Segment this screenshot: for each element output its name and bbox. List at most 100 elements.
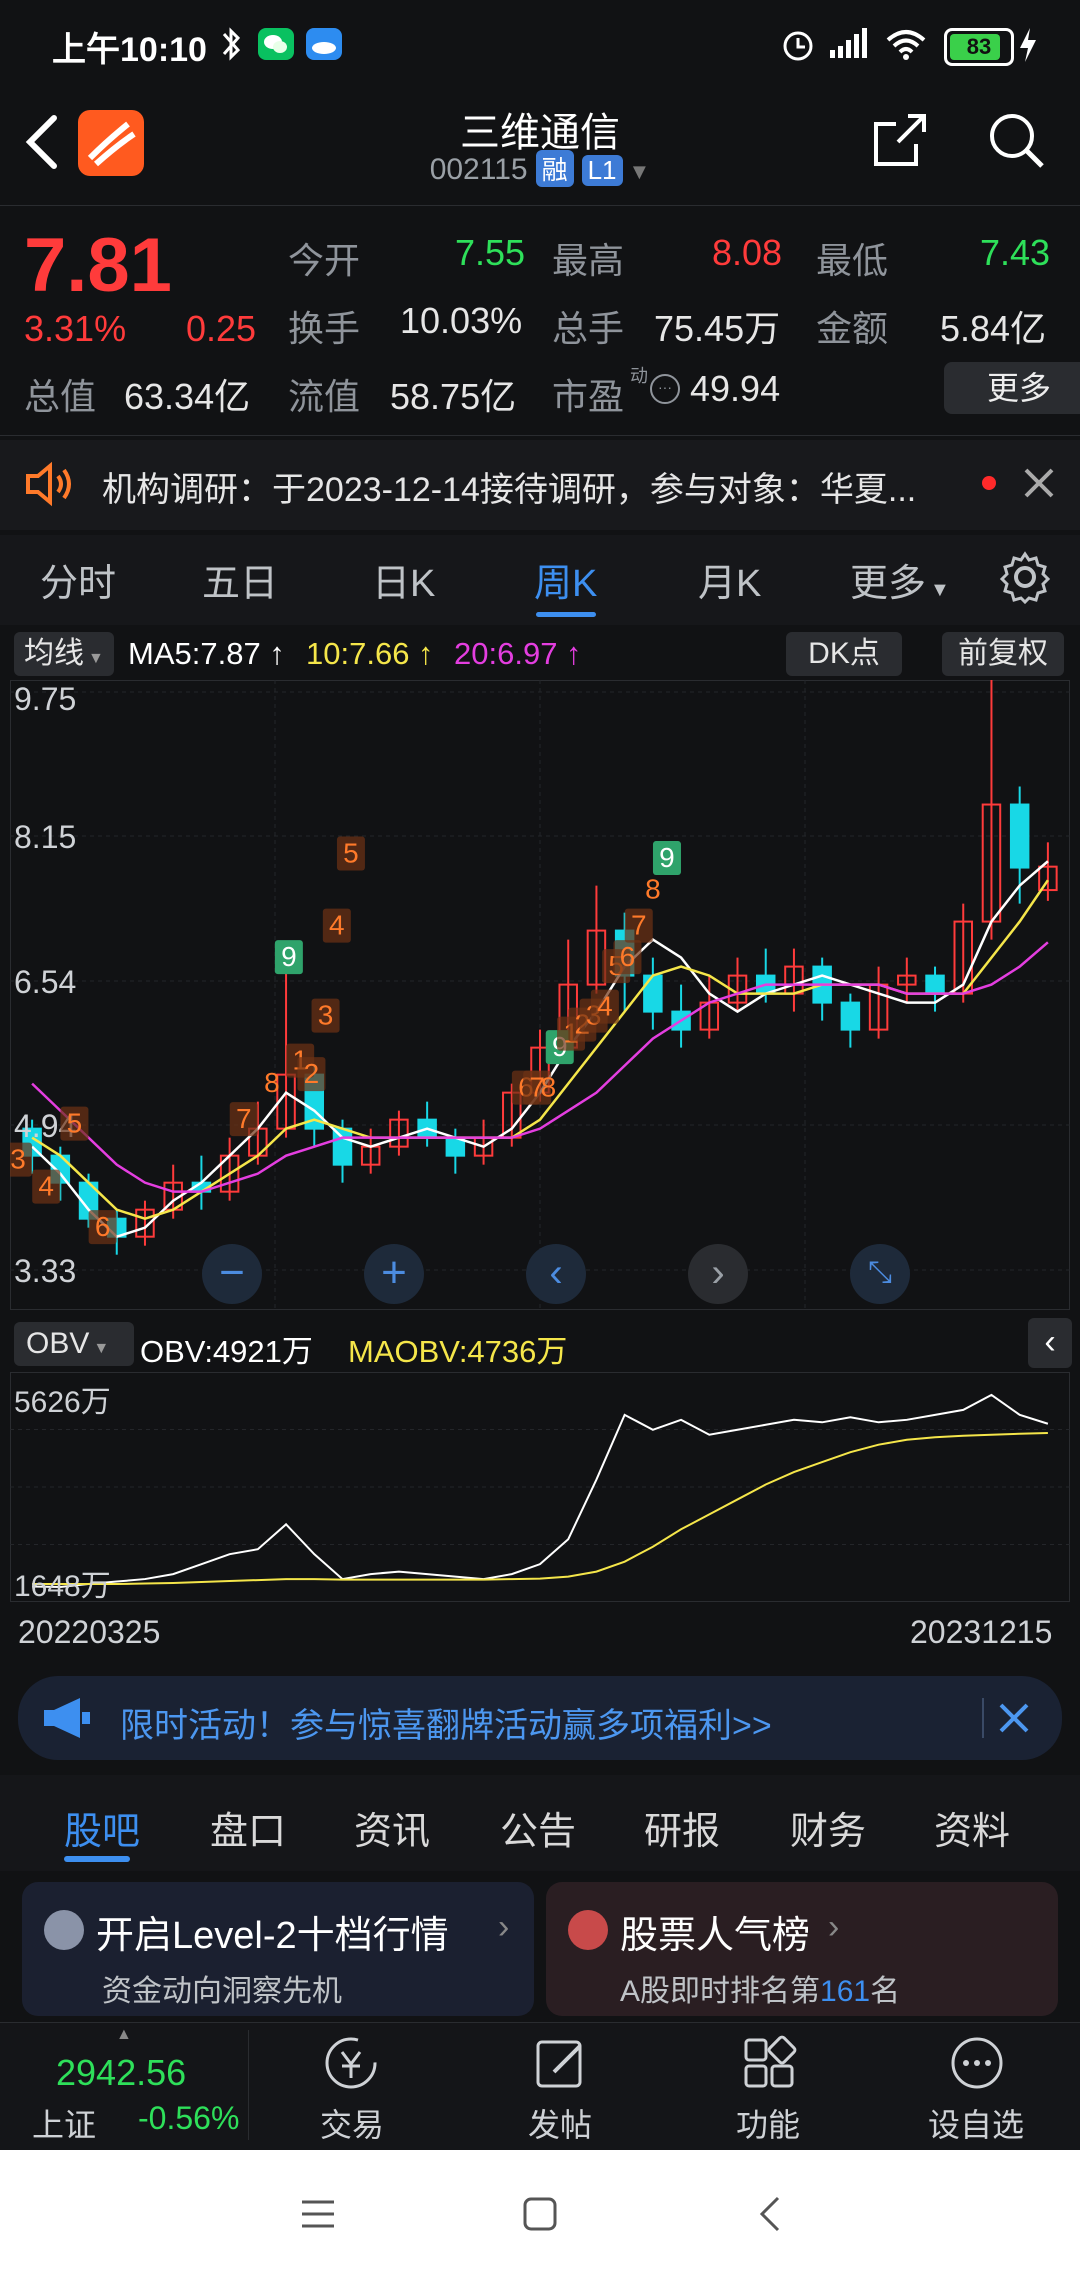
home-icon[interactable] [520,2194,560,2234]
popularity-title: 股票人气榜 [620,1915,811,1957]
tab-weekly-k[interactable]: 周K [534,552,597,607]
tab-research[interactable]: 研报 [644,1800,720,1855]
tab-news[interactable]: 资讯 [354,1800,430,1855]
level-tag: L1 [581,155,623,186]
add-watchlist-icon[interactable] [948,2034,1006,2092]
index-name[interactable]: 上证 [32,2100,96,2146]
toolbar-separator [248,2030,249,2140]
more-quote-button[interactable]: 更多 [944,362,1080,414]
settings-gear-icon[interactable] [998,550,1052,604]
status-time: 上午10:10 [52,31,207,69]
trade-icon[interactable] [322,2034,380,2092]
adjust-mode-button[interactable]: 前复权 [942,632,1064,676]
pan-right-icon[interactable]: › [688,1244,748,1304]
td-count-label: 3 [318,1000,334,1031]
stock-code: 002115 [429,153,528,186]
amount-value: 5.84亿 [940,308,1047,349]
tab-daily-k[interactable]: 日K [372,552,435,607]
pe-value: 49.94 [690,368,781,409]
index-value[interactable]: 2942.56 [56,2052,186,2094]
banner-close-icon[interactable] [998,1702,1030,1734]
fullscreen-icon[interactable]: ⤡ [850,1244,910,1304]
functions-label[interactable]: 功能 [736,2100,800,2146]
k-line-chart[interactable]: 9.758.156.544.943.33 3456789123456789123… [10,680,1070,1310]
watchlist-label[interactable]: 设自选 [928,2100,1024,2146]
td-count-label: 5 [67,1108,83,1139]
functions-grid-icon[interactable] [740,2034,798,2092]
y-tick-label: 6.54 [14,964,76,1000]
speaker-icon [26,461,71,507]
share-icon[interactable] [872,112,928,168]
volume-value: 75.45万 [654,308,781,349]
td-count-label: 4 [38,1171,54,1202]
signal-icon [830,28,867,58]
level2-card[interactable]: 开启Level-2十档行情 › 资金动向洞察先机 [22,1882,534,2016]
ma20-value: 20:6.97 [454,636,558,671]
news-tab-indicator [64,1856,130,1862]
search-icon[interactable] [986,110,1046,170]
more-dots-icon[interactable]: ··· [650,374,680,404]
level2-subtitle: 资金动向洞察先机 [102,1975,342,2008]
tab-announcements[interactable]: 公告 [500,1800,576,1855]
margin-tag: 融 [535,150,574,187]
ma20-readout: 20:6.97 ↑ [454,636,582,672]
back-nav-icon[interactable] [754,2194,786,2234]
popularity-card[interactable]: 股票人气榜 › A股即时排名第161名 [546,1882,1058,2016]
tab-guba[interactable]: 股吧 [64,1800,140,1855]
zoom-out-icon[interactable]: − [202,1244,262,1304]
promo-text[interactable]: 限时活动！参与惊喜翻牌活动赢多项福利>> [120,1698,772,1747]
wechat-icon [258,28,294,60]
status-bar: 上午10:10 83 [0,0,1080,90]
collapse-panel-icon[interactable]: ‹ [1028,1318,1072,1368]
sub-indicator-selector[interactable]: OBV ▼ [14,1322,134,1366]
caret-down-icon: ▼ [93,1340,110,1357]
tab-five-day[interactable]: 五日 [202,552,278,607]
obv-chart[interactable]: 5626万 1648万 [10,1372,1070,1602]
pan-left-icon[interactable]: ‹ [526,1244,586,1304]
rank-number: 161 [820,1975,871,2008]
close-icon[interactable] [1022,466,1056,500]
indicator-selector-label: 均线 [24,637,84,670]
candle-body [925,974,945,995]
tab-finance[interactable]: 财务 [790,1800,866,1855]
amount-label: 金额 [816,308,889,349]
td-count-label: 7 [236,1103,252,1134]
weather-app-icon [306,28,342,60]
turnover-value: 10.03% [400,300,523,341]
td-count-label: 8 [645,874,661,905]
up-arrow-icon: ↑ [260,636,285,671]
td-count-label: 6 [620,941,636,972]
post-edit-icon[interactable] [532,2034,590,2092]
zoom-in-icon[interactable]: + [364,1244,424,1304]
mktcap-value: 63.34亿 [124,376,251,417]
trade-label[interactable]: 交易 [320,2100,384,2146]
indicator-selector[interactable]: 均线 ▼ [14,632,114,676]
dk-point-button[interactable]: DK点 [786,632,902,676]
floatcap-label: 流值 [288,376,361,417]
maobv-line [32,1431,1048,1586]
tab-intraday[interactable]: 分时 [40,552,116,607]
caret-down-icon: ▼ [930,579,950,601]
ma10-readout: 10:7.66 ↑ [306,636,434,672]
active-tab-indicator [536,612,596,617]
tab-more[interactable]: 更多 ▼ [850,552,950,607]
candle-body [1009,803,1030,869]
post-label[interactable]: 发帖 [528,2100,592,2146]
notice-text[interactable]: 机构调研：于2023-12-14接待调研，参与对象：华夏... [102,462,962,511]
menu-icon[interactable] [298,2196,338,2232]
obv-y-tick-top: 5626万 [14,1386,111,1419]
dropdown-caret-icon[interactable]: ▼ [629,159,651,184]
unread-dot [982,476,996,490]
tab-monthly-k[interactable]: 月K [698,552,761,607]
pe-sup: 动 [630,366,648,386]
caret-up-icon[interactable]: ▲ [116,2026,132,2044]
y-tick-label: 3.33 [14,1253,76,1289]
td-count-label: 8 [264,1067,280,1098]
obv-line [32,1393,1049,1589]
index-change[interactable]: -0.56% [138,2100,239,2137]
tab-profile[interactable]: 资料 [934,1800,1010,1855]
td-count-label: 2 [304,1058,320,1089]
ranking-icon [568,1910,608,1950]
tab-pankou[interactable]: 盘口 [210,1800,286,1855]
rank-prefix: A股即时排名第 [620,1975,821,2008]
